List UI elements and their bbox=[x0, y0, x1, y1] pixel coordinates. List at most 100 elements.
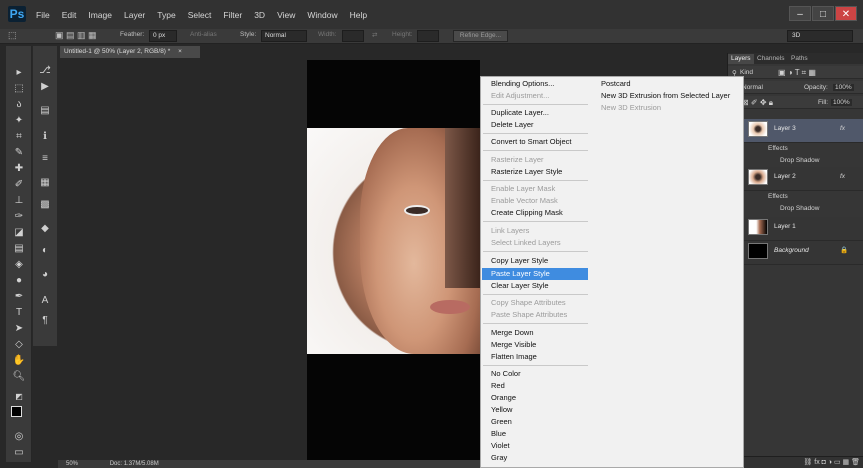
tab-layers[interactable]: Layers bbox=[728, 54, 754, 64]
fx-icon[interactable]: fx bbox=[840, 125, 845, 132]
layers-panel-footer[interactable]: ⛓ fx ◘ ◑ ▭ ▦ 🗑 bbox=[728, 456, 863, 468]
screen-mode-icon[interactable]: ▭ bbox=[10, 446, 28, 460]
fx-icon[interactable]: fx bbox=[840, 173, 845, 180]
selection-mode-icons[interactable]: ▣ ▤ ▥ ▦ bbox=[55, 30, 97, 41]
style-select[interactable]: Normal bbox=[261, 30, 307, 42]
menu-select[interactable]: Select bbox=[188, 10, 212, 20]
eyedropper-tool-icon[interactable]: ✎ bbox=[10, 146, 28, 160]
drop-shadow-effect[interactable]: Drop Shadow bbox=[780, 205, 819, 212]
styles-icon[interactable]: ▩ bbox=[36, 198, 54, 212]
navigator-icon[interactable]: ◕ bbox=[36, 268, 54, 282]
width-input[interactable] bbox=[342, 30, 364, 42]
minimize-button[interactable]: – bbox=[789, 6, 811, 21]
path-selection-tool-icon[interactable]: ➤ bbox=[10, 322, 28, 336]
character-icon[interactable]: A bbox=[36, 294, 54, 308]
restore-button[interactable]: □ bbox=[812, 6, 834, 21]
menu-item-color-blue[interactable]: Blue bbox=[491, 428, 506, 440]
filter-icons[interactable]: ▣ ◑ T ⌗ ▦ bbox=[778, 68, 816, 78]
swatches-icon[interactable]: ▦ bbox=[36, 176, 54, 190]
menu-item-color-gray[interactable]: Gray bbox=[491, 452, 507, 464]
hand-tool-icon[interactable]: ✋ bbox=[10, 354, 28, 368]
menu-item-color-none[interactable]: No Color bbox=[491, 368, 521, 380]
menu-item-delete-layer[interactable]: Delete Layer bbox=[491, 119, 534, 131]
layer-name[interactable]: Background bbox=[774, 247, 809, 254]
shape-tool-icon[interactable]: ◇ bbox=[10, 338, 28, 352]
move-tool-icon[interactable]: ▸ bbox=[10, 66, 28, 80]
menu-item-paste-layer-style[interactable]: Paste Layer Style bbox=[491, 268, 550, 280]
menu-item-clear-layer-style[interactable]: Clear Layer Style bbox=[491, 280, 549, 292]
menu-item-copy-layer-style[interactable]: Copy Layer Style bbox=[491, 255, 548, 267]
document-tab[interactable]: Untitled-1 @ 50% (Layer 2, RGB/8) * × bbox=[60, 46, 200, 58]
menu-filter[interactable]: Filter bbox=[223, 10, 242, 20]
menu-view[interactable]: View bbox=[277, 10, 295, 20]
layer-name[interactable]: Layer 2 bbox=[774, 173, 796, 180]
fill-input[interactable]: 100% bbox=[831, 99, 852, 106]
layer-row-background[interactable]: ◉ Background 🔒 bbox=[728, 241, 863, 265]
layer-name[interactable]: Layer 1 bbox=[774, 223, 796, 230]
lock-icons[interactable]: ⊠ ✐ ✥ 🔒︎ bbox=[742, 98, 773, 108]
menu-item-color-yellow[interactable]: Yellow bbox=[491, 404, 512, 416]
blur-tool-icon[interactable]: ◈ bbox=[10, 258, 28, 272]
menu-item-convert-smart-object[interactable]: Convert to Smart Object bbox=[491, 136, 571, 148]
menu-3d[interactable]: 3D bbox=[254, 10, 265, 20]
history-icon[interactable]: ⎇ bbox=[36, 64, 54, 78]
crop-tool-icon[interactable]: ⌗ bbox=[10, 130, 28, 144]
layer-row-layer-2[interactable]: ◉ Layer 2 fx bbox=[728, 167, 863, 191]
marquee-tool-icon[interactable]: ⬚ bbox=[10, 82, 28, 96]
clone-stamp-tool-icon[interactable]: ⊥ bbox=[10, 194, 28, 208]
brush-presets-icon[interactable]: ≡ bbox=[36, 152, 54, 166]
height-input[interactable] bbox=[417, 30, 439, 42]
anti-alias-checkbox[interactable]: Anti-alias bbox=[190, 31, 217, 38]
foreground-color-swatch[interactable] bbox=[11, 406, 22, 417]
gradient-tool-icon[interactable]: ▤ bbox=[10, 242, 28, 256]
kind-select[interactable]: Kind bbox=[740, 69, 753, 76]
zoom-tool-icon[interactable]: 🔍︎ bbox=[10, 370, 28, 384]
swap-icon[interactable]: ⇄ bbox=[372, 31, 377, 39]
history-brush-tool-icon[interactable]: ✑ bbox=[10, 210, 28, 224]
marquee-tool-icon[interactable]: ⬚ bbox=[8, 30, 17, 41]
close-button[interactable]: ✕ bbox=[835, 6, 857, 21]
blend-mode-select[interactable]: Normal bbox=[742, 84, 763, 91]
zoom-level[interactable]: 50% bbox=[66, 461, 78, 467]
default-colors-icon[interactable]: ◩ bbox=[10, 390, 28, 404]
menu-item-blending-options[interactable]: Blending Options... bbox=[491, 78, 554, 90]
layer-name[interactable]: Layer 3 bbox=[774, 125, 796, 132]
magic-wand-tool-icon[interactable]: ✦ bbox=[10, 114, 28, 128]
workspace-select[interactable]: 3D bbox=[787, 30, 853, 42]
adjustments-icon[interactable]: ◐ bbox=[36, 244, 54, 258]
paragraph-icon[interactable]: ¶ bbox=[36, 314, 54, 328]
menu-type[interactable]: Type bbox=[157, 10, 175, 20]
layer-row-layer-3[interactable]: ◉ Layer 3 fx bbox=[728, 119, 863, 143]
quick-mask-icon[interactable]: ◎ bbox=[10, 430, 28, 444]
menu-image[interactable]: Image bbox=[88, 10, 112, 20]
brush-tool-icon[interactable]: ✐ bbox=[10, 178, 28, 192]
pen-tool-icon[interactable]: ✒ bbox=[10, 290, 28, 304]
menu-item-color-orange[interactable]: Orange bbox=[491, 392, 516, 404]
info-icon[interactable]: ℹ bbox=[36, 130, 54, 144]
healing-brush-tool-icon[interactable]: ✚ bbox=[10, 162, 28, 176]
properties-icon[interactable]: ▤ bbox=[36, 104, 54, 118]
menu-item-create-clipping-mask[interactable]: Create Clipping Mask bbox=[491, 207, 563, 219]
eraser-tool-icon[interactable]: ◪ bbox=[10, 226, 28, 240]
menu-layer[interactable]: Layer bbox=[124, 10, 145, 20]
menu-item-color-red[interactable]: Red bbox=[491, 380, 505, 392]
menu-file[interactable]: File bbox=[36, 10, 50, 20]
menu-item-postcard[interactable]: Postcard bbox=[601, 78, 631, 90]
actions-icon[interactable]: ▶ bbox=[36, 80, 54, 94]
tab-paths[interactable]: Paths bbox=[788, 54, 811, 64]
menu-item-color-violet[interactable]: Violet bbox=[491, 440, 510, 452]
menu-item-3d-extrusion-selected[interactable]: New 3D Extrusion from Selected Layer bbox=[601, 90, 730, 102]
layer-row-layer-1[interactable]: ◉ Layer 1 bbox=[728, 217, 863, 241]
type-tool-icon[interactable]: T bbox=[10, 306, 28, 320]
menu-item-merge-visible[interactable]: Merge Visible bbox=[491, 339, 536, 351]
menu-item-flatten-image[interactable]: Flatten Image bbox=[491, 351, 537, 363]
opacity-input[interactable]: 100% bbox=[833, 84, 854, 91]
3d-icon[interactable]: ◆ bbox=[36, 222, 54, 236]
dodge-tool-icon[interactable]: ● bbox=[10, 274, 28, 288]
drop-shadow-effect[interactable]: Drop Shadow bbox=[780, 157, 819, 164]
menu-item-rasterize-layer-style[interactable]: Rasterize Layer Style bbox=[491, 166, 562, 178]
document-tab-close-icon[interactable]: × bbox=[178, 48, 182, 55]
menu-item-merge-down[interactable]: Merge Down bbox=[491, 327, 534, 339]
lasso-tool-icon[interactable]: ა bbox=[10, 98, 28, 112]
menu-help[interactable]: Help bbox=[350, 10, 367, 20]
